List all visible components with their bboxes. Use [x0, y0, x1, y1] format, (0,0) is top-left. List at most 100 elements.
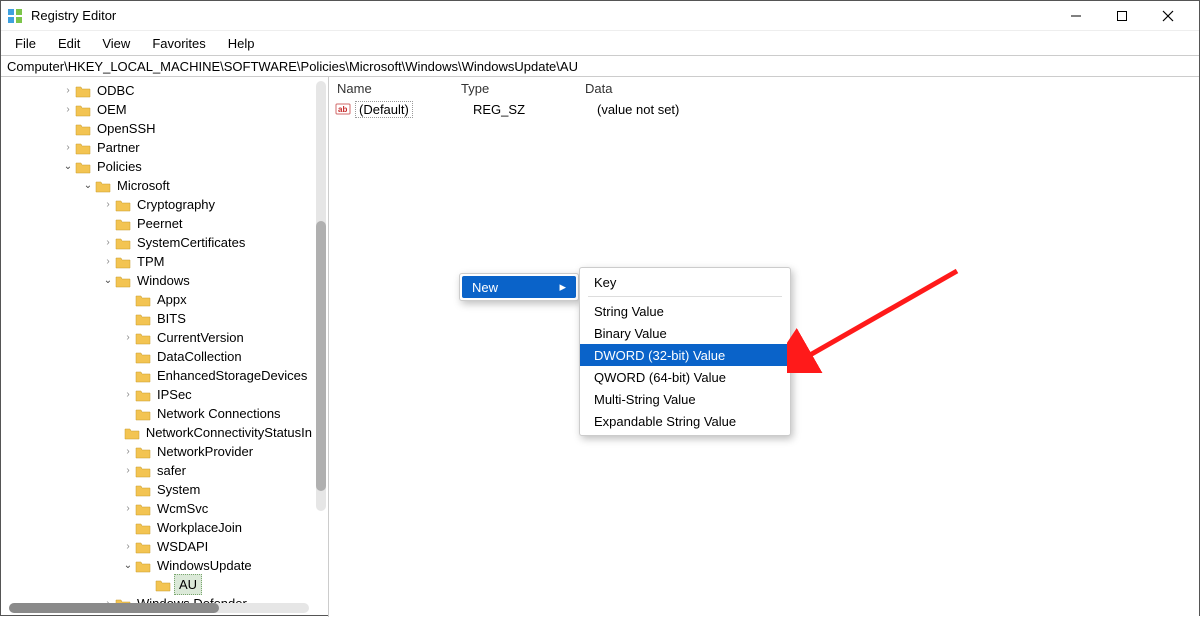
context-item-qword-value[interactable]: QWORD (64-bit) Value — [580, 366, 790, 388]
tree-label: Cryptography — [135, 195, 217, 214]
tree-label: Policies — [95, 157, 144, 176]
tree-item-ipsec[interactable]: › IPSec — [7, 385, 314, 404]
chevron-right-icon[interactable]: › — [121, 442, 135, 461]
minimize-button[interactable] — [1053, 1, 1099, 31]
chevron-down-icon[interactable]: ⌄ — [121, 556, 135, 575]
tree-item-networkconnections[interactable]: Network Connections — [7, 404, 314, 423]
chevron-right-icon[interactable]: › — [101, 233, 115, 252]
context-item-label: String Value — [594, 304, 664, 319]
context-item-expandable-string-value[interactable]: Expandable String Value — [580, 410, 790, 432]
tree-label: AU — [174, 574, 202, 595]
tree-vertical-scrollbar[interactable] — [316, 81, 326, 511]
tree-item-networkprovider[interactable]: › NetworkProvider — [7, 442, 314, 461]
tree-item-odbc[interactable]: › ODBC — [7, 81, 314, 100]
folder-icon — [115, 198, 131, 212]
folder-icon — [95, 179, 111, 193]
tree-item-systemcertificates[interactable]: › SystemCertificates — [7, 233, 314, 252]
tree-label: ODBC — [95, 81, 137, 100]
menu-file[interactable]: File — [5, 34, 46, 53]
folder-icon — [115, 255, 131, 269]
tree-item-peernet[interactable]: Peernet — [7, 214, 314, 233]
chevron-right-icon[interactable]: › — [61, 81, 75, 100]
tree-item-enhancedstoragedevices[interactable]: EnhancedStorageDevices — [7, 366, 314, 385]
tree-item-networkconnectivitystatus[interactable]: NetworkConnectivityStatusIn — [7, 423, 314, 442]
column-header-data[interactable]: Data — [577, 79, 1199, 98]
context-item-label: Multi-String Value — [594, 392, 696, 407]
tree-item-microsoft[interactable]: ⌄ Microsoft — [7, 176, 314, 195]
column-header-name[interactable]: Name — [329, 79, 453, 98]
tree-item-appx[interactable]: Appx — [7, 290, 314, 309]
submenu-arrow-icon: ▸ — [559, 279, 566, 295]
svg-text:ab: ab — [338, 105, 347, 114]
tree-horizontal-scrollbar[interactable] — [9, 603, 309, 613]
context-menu-item-new[interactable]: New ▸ — [462, 276, 576, 298]
context-item-multistring-value[interactable]: Multi-String Value — [580, 388, 790, 410]
tree-label: TPM — [135, 252, 166, 271]
chevron-right-icon[interactable]: › — [121, 461, 135, 480]
tree-item-datacollection[interactable]: DataCollection — [7, 347, 314, 366]
tree-item-windows[interactable]: ⌄ Windows — [7, 271, 314, 290]
tree-item-oem[interactable]: › OEM — [7, 100, 314, 119]
folder-icon — [155, 578, 171, 592]
context-item-binary-value[interactable]: Binary Value — [580, 322, 790, 344]
tree-item-workplacejoin[interactable]: WorkplaceJoin — [7, 518, 314, 537]
folder-icon — [75, 103, 91, 117]
tree-label: OpenSSH — [95, 119, 158, 138]
chevron-right-icon[interactable]: › — [121, 385, 135, 404]
folder-icon — [135, 540, 151, 554]
context-item-string-value[interactable]: String Value — [580, 300, 790, 322]
tree-item-wcmsvc[interactable]: › WcmSvc — [7, 499, 314, 518]
menu-help[interactable]: Help — [218, 34, 265, 53]
folder-icon — [135, 559, 151, 573]
menu-view[interactable]: View — [92, 34, 140, 53]
folder-icon — [115, 217, 131, 231]
tree-item-system[interactable]: System — [7, 480, 314, 499]
chevron-right-icon[interactable]: › — [101, 195, 115, 214]
chevron-right-icon[interactable]: › — [61, 138, 75, 157]
chevron-right-icon[interactable]: › — [121, 499, 135, 518]
chevron-right-icon[interactable]: › — [121, 537, 135, 556]
menu-favorites[interactable]: Favorites — [142, 34, 215, 53]
context-item-key[interactable]: Key — [580, 271, 790, 293]
folder-icon — [124, 426, 140, 440]
scrollbar-thumb[interactable] — [9, 603, 219, 613]
maximize-button[interactable] — [1099, 1, 1145, 31]
chevron-right-icon[interactable]: › — [101, 252, 115, 271]
chevron-right-icon[interactable]: › — [121, 328, 135, 347]
folder-icon — [75, 160, 91, 174]
chevron-down-icon[interactable]: ⌄ — [81, 176, 95, 195]
tree-item-openssh[interactable]: OpenSSH — [7, 119, 314, 138]
tree-item-windowsupdate[interactable]: ⌄ WindowsUpdate — [7, 556, 314, 575]
scrollbar-thumb[interactable] — [316, 221, 326, 491]
tree-item-currentversion[interactable]: › CurrentVersion — [7, 328, 314, 347]
tree-item-wsdapi[interactable]: › WSDAPI — [7, 537, 314, 556]
chevron-down-icon[interactable]: ⌄ — [61, 157, 75, 176]
chevron-down-icon[interactable]: ⌄ — [101, 271, 115, 290]
context-item-dword-value[interactable]: DWORD (32-bit) Value — [580, 344, 790, 366]
address-bar[interactable]: Computer\HKEY_LOCAL_MACHINE\SOFTWARE\Pol… — [1, 55, 1199, 77]
context-item-label: DWORD (32-bit) Value — [594, 348, 725, 363]
tree-label: Peernet — [135, 214, 185, 233]
tree-item-partner[interactable]: › Partner — [7, 138, 314, 157]
tree-item-bits[interactable]: BITS — [7, 309, 314, 328]
tree-item-policies[interactable]: ⌄ Policies — [7, 157, 314, 176]
folder-icon — [75, 122, 91, 136]
tree-item-au[interactable]: AU — [7, 575, 314, 594]
folder-icon — [115, 236, 131, 250]
column-header-type[interactable]: Type — [453, 79, 577, 98]
value-row-default[interactable]: ab (Default) REG_SZ (value not set) — [329, 99, 1199, 119]
address-text: Computer\HKEY_LOCAL_MACHINE\SOFTWARE\Pol… — [7, 59, 578, 74]
close-button[interactable] — [1145, 1, 1191, 31]
folder-icon — [135, 445, 151, 459]
folder-icon — [135, 502, 151, 516]
tree-label: OEM — [95, 100, 129, 119]
value-type: REG_SZ — [473, 102, 597, 117]
chevron-right-icon[interactable]: › — [61, 100, 75, 119]
folder-icon — [135, 388, 151, 402]
tree-item-cryptography[interactable]: › Cryptography — [7, 195, 314, 214]
context-submenu-new: Key String Value Binary Value DWORD (32-… — [579, 267, 791, 436]
menu-edit[interactable]: Edit — [48, 34, 90, 53]
context-item-label: Binary Value — [594, 326, 667, 341]
tree-item-safer[interactable]: › safer — [7, 461, 314, 480]
tree-item-tpm[interactable]: › TPM — [7, 252, 314, 271]
